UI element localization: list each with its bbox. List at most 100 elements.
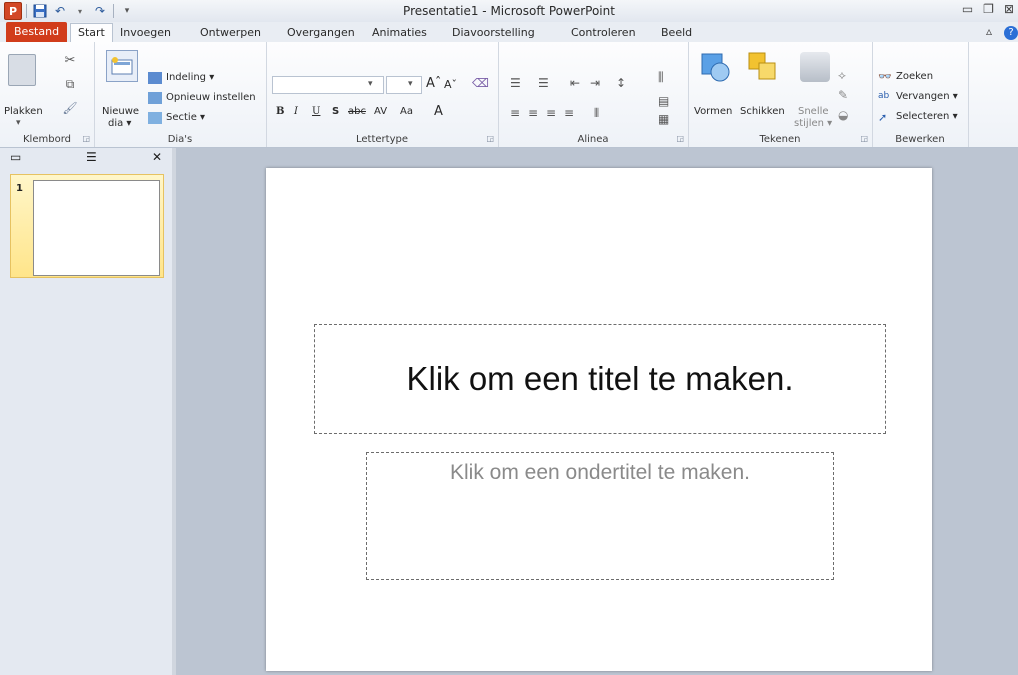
quick-styles-button[interactable]: Snelle <box>798 106 829 117</box>
paste-icon[interactable] <box>8 54 36 86</box>
restore-icon[interactable]: ❐ <box>983 2 994 16</box>
align-center-icon[interactable]: ≡ <box>528 106 538 120</box>
window-title: Presentatie1 - Microsoft PowerPoint <box>403 4 615 18</box>
slide-editing-area: Klik om een titel te maken. Klik om een … <box>176 148 1018 675</box>
bold-icon[interactable]: B <box>276 106 284 117</box>
justify-icon[interactable]: ≡ <box>564 106 574 120</box>
layout-button[interactable]: Indeling ▾ <box>166 72 214 83</box>
tab-ontwerpen[interactable]: Ontwerpen <box>200 24 261 42</box>
numbering-icon[interactable]: ☰ <box>538 76 549 90</box>
group-label-klembord: Klembord <box>23 134 71 145</box>
tab-beeld[interactable]: Beeld <box>661 24 692 42</box>
select-button[interactable]: Selecteren ▾ <box>896 111 958 122</box>
section-icon[interactable] <box>148 112 162 124</box>
shadow-icon[interactable]: S <box>332 106 339 117</box>
find-icon[interactable]: 👓 <box>878 70 892 83</box>
replace-icon[interactable]: ab <box>878 91 889 101</box>
slide-canvas[interactable]: Klik om een titel te maken. Klik om een … <box>266 168 932 671</box>
close-pane-icon[interactable]: ✕ <box>152 150 162 164</box>
grow-font-icon[interactable]: Aˆ <box>426 76 441 91</box>
tab-animaties[interactable]: Animaties <box>372 24 427 42</box>
tab-controleren[interactable]: Controleren <box>571 24 636 42</box>
quick-styles-dropdown[interactable]: stijlen ▾ <box>794 118 832 129</box>
ribbon: Plakken ▾ ✂ ⧉ 🖌 Klembord ◲ Nieuwe dia ▾ … <box>0 42 1018 148</box>
help-icon[interactable]: ? <box>1004 26 1018 40</box>
new-slide-icon[interactable] <box>106 50 138 82</box>
section-button[interactable]: Sectie ▾ <box>166 112 205 123</box>
group-label-bewerken: Bewerken <box>895 134 945 145</box>
group-label-tekenen: Tekenen <box>759 134 801 145</box>
tekenen-launcher-icon[interactable]: ◲ <box>860 134 868 143</box>
group-tekenen: Vormen Schikken Snelle stijlen ▾ ⟡ ✎ ◒ T… <box>688 42 873 147</box>
arrange-button[interactable]: Schikken <box>740 106 785 117</box>
slide-thumbnail-row[interactable]: 1 <box>10 174 164 278</box>
shapes-icon[interactable] <box>698 50 732 84</box>
copy-icon[interactable]: ⧉ <box>60 76 80 92</box>
format-painter-icon[interactable]: 🖌 <box>62 100 78 116</box>
strikethrough-icon[interactable]: abc <box>348 106 366 117</box>
text-direction-icon[interactable]: ⫼ <box>658 70 664 85</box>
reset-slide-icon[interactable] <box>148 92 162 104</box>
shrink-font-icon[interactable]: Aˇ <box>444 78 457 91</box>
arrange-icon[interactable] <box>746 50 780 84</box>
shape-fill-icon[interactable]: ⟡ <box>838 68 846 83</box>
slides-tab-icon[interactable]: ▭ <box>10 150 21 164</box>
align-left-icon[interactable]: ≡ <box>510 106 520 120</box>
change-case-icon[interactable]: Aa <box>400 106 413 117</box>
replace-button[interactable]: Vervangen ▾ <box>896 91 958 102</box>
shapes-button[interactable]: Vormen <box>694 106 732 117</box>
font-name-dropdown-icon[interactable]: ▾ <box>368 79 373 89</box>
new-slide-dropdown[interactable]: dia ▾ <box>108 118 131 129</box>
find-button[interactable]: Zoeken <box>896 71 933 82</box>
columns-icon[interactable]: ⫴ <box>594 106 599 121</box>
group-label-alinea: Alinea <box>577 134 609 145</box>
font-size-combo[interactable] <box>386 76 422 94</box>
group-alinea: ☰ ☰ ⇤ ⇥ ↕ ⫼ ≡ ≡ ≡ ≡ ⫴ ▤ ▦ Alinea ◲ <box>498 42 689 147</box>
alinea-launcher-icon[interactable]: ◲ <box>676 134 684 143</box>
ribbon-tabs: Bestand Start Invoegen Ontwerpen Overgan… <box>0 22 1018 43</box>
title-bar: P ↶ ▾ ↷ ▾ Presentatie1 - Microsoft Power… <box>0 0 1018 23</box>
underline-icon[interactable]: U <box>312 106 320 117</box>
align-text-icon[interactable]: ▤ <box>658 94 669 108</box>
tab-overgangen[interactable]: Overgangen <box>287 24 355 42</box>
new-slide-button[interactable]: Nieuwe <box>102 106 139 117</box>
slide-thumbnail[interactable] <box>33 180 160 276</box>
minimize-ribbon-icon[interactable]: ▵ <box>986 24 992 38</box>
font-color-icon[interactable]: A <box>434 104 443 119</box>
character-spacing-icon[interactable]: AV <box>374 106 387 117</box>
group-bewerken: 👓 Zoeken ab Vervangen ▾ ➚ Selecteren ▾ B… <box>872 42 969 147</box>
paste-dropdown-icon[interactable]: ▾ <box>16 118 21 128</box>
window-controls: ▭ ❐ ⊠ <box>962 2 1014 16</box>
group-dias: Nieuwe dia ▾ Indeling ▾ Opnieuw instelle… <box>94 42 267 147</box>
subtitle-placeholder[interactable]: Klik om een ondertitel te maken. <box>366 452 834 580</box>
tab-diavoorstelling[interactable]: Diavoorstelling <box>452 24 535 42</box>
tab-bestand[interactable]: Bestand <box>6 22 68 42</box>
group-lettertype: ▾ ▾ Aˆ Aˇ ⌫ B I U S abc AV Aa A Letterty… <box>266 42 499 147</box>
font-size-dropdown-icon[interactable]: ▾ <box>408 79 413 89</box>
increase-indent-icon[interactable]: ⇥ <box>590 76 600 90</box>
smartart-icon[interactable]: ▦ <box>658 112 669 126</box>
pane-tabs: ▭ ☰ ✕ <box>6 150 166 166</box>
cut-icon[interactable]: ✂ <box>62 52 78 68</box>
tab-start[interactable]: Start <box>70 23 113 43</box>
klembord-launcher-icon[interactable]: ◲ <box>82 134 90 143</box>
shape-effects-icon[interactable]: ◒ <box>838 108 848 122</box>
bullets-icon[interactable]: ☰ <box>510 76 521 90</box>
paste-button[interactable]: Plakken <box>4 106 43 117</box>
shape-outline-icon[interactable]: ✎ <box>838 88 848 102</box>
tab-invoegen[interactable]: Invoegen <box>120 24 171 42</box>
reset-slide-button[interactable]: Opnieuw instellen <box>166 92 256 103</box>
decrease-indent-icon[interactable]: ⇤ <box>570 76 580 90</box>
layout-icon[interactable] <box>148 72 162 84</box>
minimize-icon[interactable]: ▭ <box>962 2 973 16</box>
title-placeholder[interactable]: Klik om een titel te maken. <box>314 324 886 434</box>
clear-formatting-icon[interactable]: ⌫ <box>472 76 489 90</box>
lettertype-launcher-icon[interactable]: ◲ <box>486 134 494 143</box>
select-icon[interactable]: ➚ <box>878 111 887 124</box>
quick-styles-icon[interactable] <box>800 52 830 82</box>
align-right-icon[interactable]: ≡ <box>546 106 556 120</box>
italic-icon[interactable]: I <box>294 106 298 117</box>
line-spacing-icon[interactable]: ↕ <box>616 76 626 90</box>
outline-tab-icon[interactable]: ☰ <box>86 150 97 164</box>
close-icon[interactable]: ⊠ <box>1004 2 1014 16</box>
